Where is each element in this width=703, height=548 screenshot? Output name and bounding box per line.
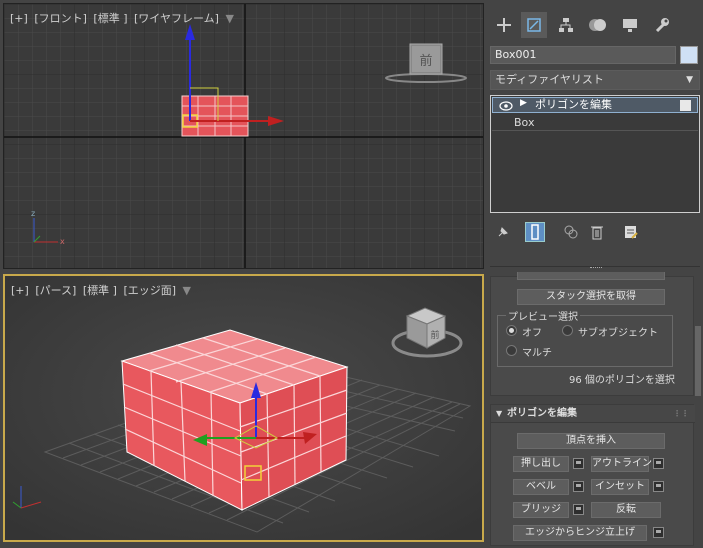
splitter-grip-icon	[590, 267, 602, 269]
insert-vertex-button[interactable]: 頂点を挿入	[517, 433, 665, 449]
filter-icon[interactable]: ▼	[225, 12, 233, 25]
make-unique-button[interactable]	[561, 222, 581, 242]
stack-item-label: Box	[514, 116, 535, 129]
object-color-swatch[interactable]	[680, 46, 698, 64]
stack-item-label: ポリゴンを編集	[535, 98, 612, 111]
front-viewport-canvas[interactable]: 前 z x	[4, 4, 484, 269]
hinge-from-edge-button[interactable]: エッジからヒンジ立上げ	[513, 525, 647, 541]
rollout-grip-icon[interactable]: ⋮⋮	[673, 405, 689, 423]
preview-multi-radio[interactable]	[506, 345, 517, 356]
modify-tab[interactable]	[521, 12, 547, 38]
object-name-field[interactable]: Box001	[490, 46, 676, 64]
pin-stack-button[interactable]	[493, 222, 513, 242]
preview-selection-group: プレビュー選択 オフ サブオブジェクト マルチ	[497, 308, 673, 367]
get-stack-selection-button[interactable]: スタック選択を取得	[517, 289, 665, 305]
motion-tab[interactable]	[585, 12, 611, 38]
modifier-list-label: モディファイヤリスト	[495, 73, 604, 86]
make-unique-icon	[564, 225, 578, 239]
selection-rollout: スタック選択を取得 プレビュー選択 オフ サブオブジェクト マルチ 96 個のポ…	[490, 272, 694, 396]
filter-icon[interactable]: ▼	[183, 284, 191, 297]
svg-text:z: z	[31, 209, 35, 218]
bridge-settings-icon[interactable]	[573, 504, 584, 515]
vp-menu-view[interactable]: [パース]	[35, 284, 76, 297]
hierarchy-tab[interactable]	[553, 12, 579, 38]
chevron-down-icon: ▼	[686, 75, 693, 85]
configure-sets-icon	[625, 226, 638, 239]
svg-text:x: x	[60, 237, 65, 246]
vp-menu-view[interactable]: [フロント]	[34, 12, 87, 25]
bridge-button[interactable]: ブリッジ	[513, 502, 569, 518]
expand-arrow-icon[interactable]: ▶	[520, 98, 527, 108]
extrude-button[interactable]: 押し出し	[513, 456, 569, 472]
edit-polygons-title: ポリゴンを編集	[507, 408, 577, 419]
extrude-settings-icon[interactable]	[573, 458, 584, 469]
outline-settings-icon[interactable]	[653, 458, 664, 469]
panel-scrollbar[interactable]	[695, 276, 701, 546]
display-tab[interactable]	[617, 12, 643, 38]
edit-polygons-header[interactable]: ▼ ポリゴンを編集 ⋮⋮	[491, 405, 695, 423]
command-panel: Box001 モディファイヤリスト ▼ ▶ ポリゴンを編集 Box スタック選択…	[487, 0, 703, 548]
preview-multi-label: マルチ	[522, 348, 552, 359]
preview-selection-title: プレビュー選択	[506, 308, 580, 323]
flip-button[interactable]: 反転	[591, 502, 661, 518]
utilities-icon	[655, 18, 669, 33]
viewcube-perspective-label: 前	[430, 329, 439, 341]
create-tab[interactable]	[491, 12, 517, 38]
eye-icon[interactable]	[499, 101, 513, 111]
pin-stack-icon	[498, 227, 508, 237]
inset-button[interactable]: インセット	[591, 479, 649, 495]
display-icon	[623, 19, 637, 32]
hinge-settings-icon[interactable]	[653, 527, 664, 538]
vp-menu-plus[interactable]: [+]	[10, 12, 28, 25]
bevel-button[interactable]: ベベル	[513, 479, 569, 495]
perspective-viewport-label[interactable]: [+] [パース] [標準 ] [エッジ面] ▼	[11, 282, 194, 298]
vp-menu-quality[interactable]: [標準 ]	[83, 284, 117, 297]
selection-status: 96 個のポリゴンを選択	[569, 375, 675, 386]
remove-modifier-icon	[591, 226, 603, 240]
front-viewport[interactable]: 前 z x [+] [フロント] [標準 ] [ワイヤフレーム] ▼	[3, 3, 484, 269]
collapse-icon: ▼	[496, 409, 503, 418]
utilities-tab[interactable]	[649, 12, 675, 38]
enable-checkbox[interactable]	[680, 100, 691, 111]
hierarchy-icon	[559, 18, 573, 32]
modify-icon	[527, 18, 541, 32]
preview-subobject-radio[interactable]	[562, 325, 573, 336]
perspective-viewport[interactable]: 前 [+] [パース] [標準 ] [エッジ面] ▼	[3, 274, 484, 542]
box-front-mesh[interactable]	[181, 95, 249, 137]
stack-item-box[interactable]: Box	[492, 115, 698, 131]
remove-modifier-button[interactable]	[587, 222, 607, 242]
modifier-stack[interactable]: ▶ ポリゴンを編集 Box	[490, 95, 700, 213]
vp-menu-plus[interactable]: [+]	[11, 284, 29, 297]
viewcube-front-label: 前	[419, 53, 432, 69]
outline-button[interactable]: アウトライン	[591, 456, 652, 472]
stack-toolbar	[487, 220, 703, 244]
inset-settings-icon[interactable]	[653, 481, 664, 492]
front-viewport-label[interactable]: [+] [フロント] [標準 ] [ワイヤフレーム] ▼	[10, 10, 237, 26]
vp-menu-shading[interactable]: [エッジ面]	[123, 284, 176, 297]
bevel-settings-icon[interactable]	[573, 481, 584, 492]
motion-icon	[589, 19, 606, 31]
preview-subobject-label: サブオブジェクト	[578, 328, 658, 339]
configure-sets-button[interactable]	[621, 222, 641, 242]
preview-off-radio[interactable]	[506, 325, 517, 336]
hidden-button-row[interactable]	[517, 272, 665, 280]
command-panel-tabs	[487, 8, 703, 42]
vp-menu-quality[interactable]: [標準 ]	[93, 12, 127, 25]
create-icon	[497, 18, 511, 32]
modifier-list-dropdown[interactable]: モディファイヤリスト ▼	[490, 70, 700, 90]
vp-menu-shading[interactable]: [ワイヤフレーム]	[134, 12, 219, 25]
show-end-result-icon	[531, 224, 539, 240]
stack-item-edit-poly[interactable]: ▶ ポリゴンを編集	[492, 97, 698, 113]
show-end-result-button[interactable]	[525, 222, 545, 242]
scrollbar-thumb[interactable]	[695, 326, 701, 396]
perspective-viewport-canvas[interactable]: 前	[5, 276, 482, 540]
edit-polygons-rollout: ▼ ポリゴンを編集 ⋮⋮ 頂点を挿入 押し出し アウトライン ベベル インセット…	[490, 404, 695, 546]
preview-off-label: オフ	[522, 328, 542, 339]
